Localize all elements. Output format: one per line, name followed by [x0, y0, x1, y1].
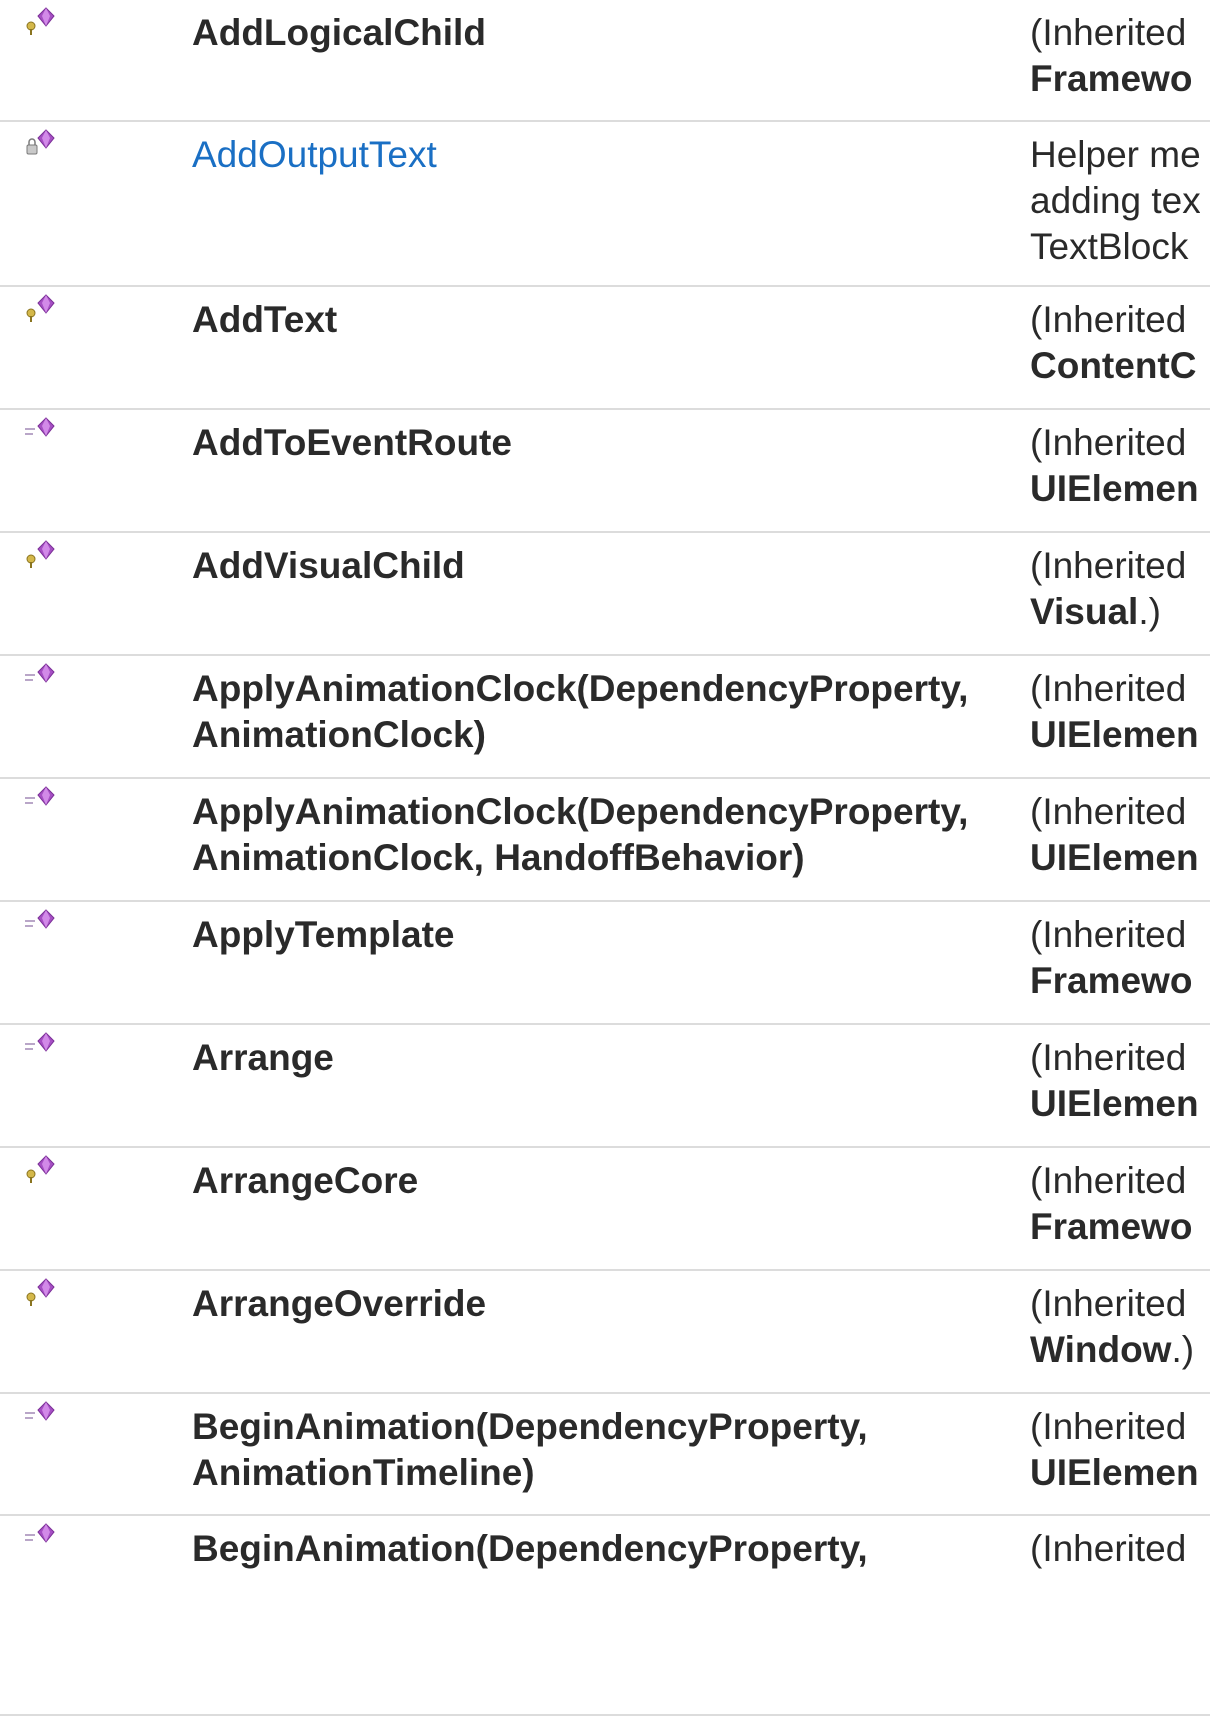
member-description: (Inherited UIElemen [1030, 1404, 1200, 1496]
description-line: Framewo [1030, 58, 1193, 99]
member-row: AddLogicalChild (Inherited Framewo [0, 0, 1210, 122]
member-name: ApplyTemplate [192, 914, 455, 955]
protected-method-icon [22, 539, 58, 569]
member-description: (Inherited Framewo [1030, 912, 1200, 1004]
description-line: (Inherited [1030, 1160, 1187, 1201]
member-row: AddOutputText Helper me adding tex TextBloc… [0, 122, 1210, 287]
member-name: ApplyAnimationClock(DependencyProperty, … [192, 668, 969, 755]
member-name: ArrangeOverride [192, 1283, 487, 1324]
member-row: ArrangeOverride (Inherited Window.) [0, 1271, 1210, 1394]
member-description: (Inherited Visual.) [1030, 543, 1200, 635]
member-row: ArrangeCore (Inherited Framewo [0, 1148, 1210, 1271]
description-line: adding tex [1030, 180, 1200, 221]
member-row: AddVisualChild (Inherited Visual.) [0, 533, 1210, 656]
description-line: (Inherited [1030, 791, 1187, 832]
description-line: (Inherited [1030, 1528, 1187, 1569]
member-row: Arrange (Inherited UIElemen [0, 1025, 1210, 1148]
description-line: Window.) [1030, 1329, 1195, 1370]
description-line: (Inherited [1030, 914, 1187, 955]
member-row: ApplyAnimationClock(DependencyProperty, … [0, 656, 1210, 779]
description-line: UIElemen [1030, 468, 1199, 509]
member-name: ApplyAnimationClock(DependencyProperty, … [192, 791, 969, 878]
member-row: BeginAnimation(DependencyProperty, Anima… [0, 1394, 1210, 1516]
member-description: (Inherited Window.) [1030, 1281, 1200, 1373]
member-description: (Inherited UIElemen [1030, 420, 1200, 512]
member-name: AddToEventRoute [192, 422, 512, 463]
description-line: (Inherited [1030, 1037, 1187, 1078]
member-name: AddVisualChild [192, 545, 465, 586]
description-line: Framewo [1030, 1206, 1193, 1247]
member-name: AddLogicalChild [192, 12, 486, 53]
description-line: (Inherited [1030, 668, 1187, 709]
private-method-icon [22, 128, 58, 158]
member-description: (Inherited UIElemen [1030, 789, 1200, 881]
description-line: (Inherited [1030, 545, 1187, 586]
member-description: (Inherited Framewo [1030, 1158, 1200, 1250]
protected-method-icon [22, 6, 58, 36]
description-line: UIElemen [1030, 837, 1199, 878]
public-method-icon [22, 1522, 58, 1552]
public-method-icon [22, 908, 58, 938]
description-line: Framewo [1030, 960, 1193, 1001]
public-method-icon [22, 662, 58, 692]
member-description: (Inherited Framewo [1030, 10, 1200, 102]
member-row: ApplyTemplate (Inherited Framewo [0, 902, 1210, 1025]
member-row: ApplyAnimationClock(DependencyProperty, … [0, 779, 1210, 902]
member-description: Helper me adding tex TextBlock [1030, 132, 1200, 270]
protected-method-icon [22, 293, 58, 323]
description-line: ContentC [1030, 345, 1197, 386]
protected-method-icon [22, 1277, 58, 1307]
description-line: UIElemen [1030, 1083, 1199, 1124]
public-method-icon [22, 416, 58, 446]
member-name: ArrangeCore [192, 1160, 419, 1201]
description-line: Helper me [1030, 134, 1200, 175]
description-line: (Inherited [1030, 299, 1187, 340]
member-name-link[interactable]: AddOutputText [192, 132, 1002, 178]
member-description: (Inherited [1030, 1526, 1200, 1572]
description-line: TextBlock [1030, 226, 1189, 267]
public-method-icon [22, 785, 58, 815]
member-name: BeginAnimation(DependencyProperty, [192, 1528, 868, 1569]
member-description: (Inherited UIElemen [1030, 666, 1200, 758]
description-line: (Inherited [1030, 1283, 1187, 1324]
description-line: (Inherited [1030, 12, 1187, 53]
description-line: UIElemen [1030, 714, 1199, 755]
member-description: (Inherited UIElemen [1030, 1035, 1200, 1127]
members-table: AddLogicalChild (Inherited Framewo AddOutpu… [0, 0, 1210, 1716]
protected-method-icon [22, 1154, 58, 1184]
member-description: (Inherited ContentC [1030, 297, 1200, 389]
member-name: Arrange [192, 1037, 334, 1078]
member-row: AddText (Inherited ContentC [0, 287, 1210, 410]
public-method-icon [22, 1400, 58, 1430]
description-line: Visual.) [1030, 591, 1161, 632]
member-row: BeginAnimation(DependencyProperty, (Inher… [0, 1516, 1210, 1716]
member-row: AddToEventRoute (Inherited UIElemen [0, 410, 1210, 533]
description-line: UIElemen [1030, 1452, 1199, 1493]
description-line: (Inherited [1030, 422, 1187, 463]
description-line: (Inherited [1030, 1406, 1187, 1447]
member-name: BeginAnimation(DependencyProperty, Anima… [192, 1406, 868, 1493]
member-name: AddText [192, 299, 338, 340]
public-method-icon [22, 1031, 58, 1061]
